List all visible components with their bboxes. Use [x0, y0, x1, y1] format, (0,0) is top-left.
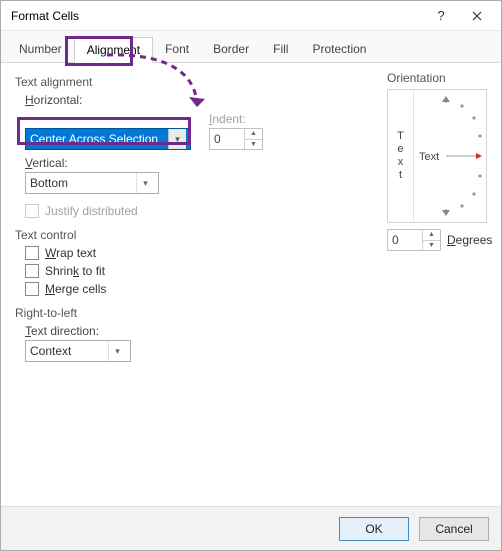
degrees-label: Degrees [447, 233, 492, 247]
degrees-value[interactable] [388, 230, 422, 250]
wrap-label: Wrap text [45, 246, 96, 260]
dialog-footer: OK Cancel [1, 506, 501, 550]
orientation-section: Orientation [387, 71, 487, 85]
ok-button[interactable]: OK [339, 517, 409, 541]
justify-label: Justify distributed [45, 204, 138, 218]
cancel-button[interactable]: Cancel [419, 517, 489, 541]
orientation-vertical-text-button[interactable]: Text [388, 90, 414, 222]
orientation-dial-icon: Text [414, 91, 486, 221]
help-icon: ? [437, 8, 444, 23]
close-button[interactable] [459, 2, 495, 30]
dialog-title: Format Cells [11, 9, 423, 23]
close-icon [472, 11, 482, 21]
rtl-section: Right-to-left [15, 306, 487, 320]
tab-content: Text alignment Horizontal: Center Across… [1, 63, 501, 506]
tab-border[interactable]: Border [201, 37, 261, 62]
orientation-box[interactable]: Text Text [387, 89, 487, 223]
help-button[interactable]: ? [423, 2, 459, 30]
wrap-checkbox[interactable] [25, 246, 39, 260]
chevron-down-icon: ▾ [136, 173, 154, 193]
ok-label: OK [365, 522, 382, 536]
indent-label: Indent: [209, 112, 263, 126]
indent-value[interactable] [210, 129, 244, 149]
tab-protection[interactable]: Protection [300, 37, 378, 62]
tab-number[interactable]: Number [7, 37, 74, 62]
merge-checkbox[interactable] [25, 282, 39, 296]
chevron-down-icon: ▾ [168, 129, 186, 149]
merge-label: Merge cells [45, 282, 106, 296]
horizontal-select[interactable]: Center Across Selection ▾ [25, 128, 191, 150]
text-direction-label: Text direction: [25, 324, 487, 338]
format-cells-dialog: Format Cells ? Number Alignment Font Bor… [0, 0, 502, 551]
orientation-vertical-text: Text [397, 130, 404, 182]
orientation-angle-picker[interactable]: Text [414, 90, 486, 222]
title-bar: Format Cells ? [1, 1, 501, 31]
text-direction-select[interactable]: Context ▾ [25, 340, 131, 362]
tab-font[interactable]: Font [153, 37, 201, 62]
indent-spinner[interactable]: ▲▼ [209, 128, 263, 150]
vertical-value: Bottom [30, 176, 68, 190]
tab-strip: Number Alignment Font Border Fill Protec… [1, 31, 501, 63]
justify-checkbox [25, 204, 39, 218]
shrink-label: Shrink to fit [45, 264, 105, 278]
orientation-panel: Orientation Text Text [387, 69, 487, 251]
tab-fill[interactable]: Fill [261, 37, 300, 62]
cancel-label: Cancel [435, 522, 472, 536]
spinner-buttons[interactable]: ▲▼ [422, 230, 440, 250]
shrink-checkbox[interactable] [25, 264, 39, 278]
degrees-spinner[interactable]: ▲▼ [387, 229, 441, 251]
svg-text:Text: Text [419, 151, 439, 163]
spinner-buttons[interactable]: ▲▼ [244, 129, 262, 149]
text-direction-value: Context [30, 344, 71, 358]
chevron-down-icon: ▾ [108, 341, 126, 361]
horizontal-value: Center Across Selection [30, 132, 158, 146]
tab-alignment[interactable]: Alignment [74, 37, 153, 63]
vertical-select[interactable]: Bottom ▾ [25, 172, 159, 194]
